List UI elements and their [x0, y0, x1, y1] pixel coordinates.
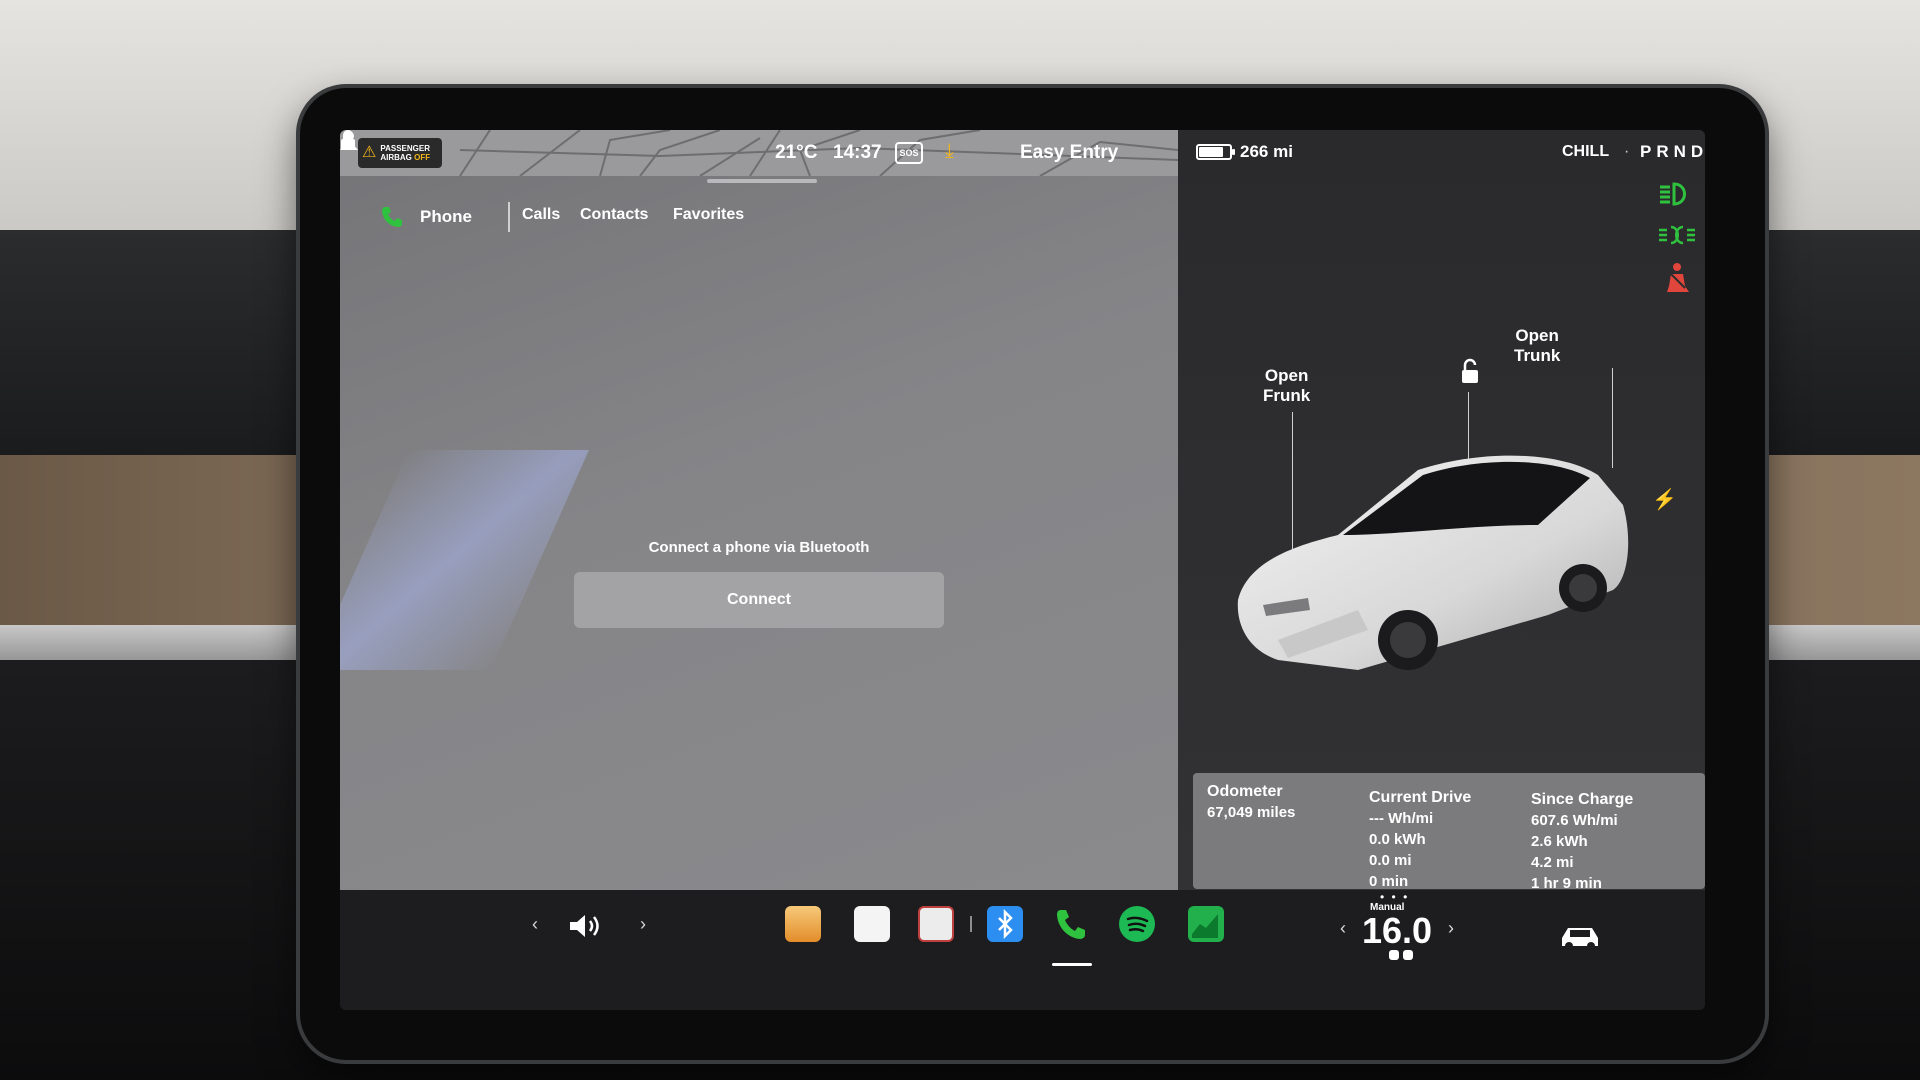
calendar-app-icon[interactable] [854, 906, 890, 942]
bluetooth-connect-message: Connect a phone via Bluetooth [648, 539, 870, 556]
dock-separator [970, 916, 972, 932]
bottom-dock: ‹ › • • • Manual ‹ 16.0 › [340, 890, 1705, 1010]
car-model [1237, 455, 1629, 670]
current-drive-distance: 0.0 mi [1369, 852, 1412, 869]
odometer-column: Odometer 67,049 miles [1207, 781, 1295, 823]
open-frunk-button[interactable]: Open Frunk [1263, 366, 1310, 406]
toybox-app-icon[interactable] [785, 906, 821, 942]
vehicle-panel: 266 mi CHILL · PRND Open Frunk Open Trun… [1178, 130, 1705, 892]
tab-contacts[interactable]: Contacts [580, 206, 648, 224]
connect-button[interactable]: Connect [574, 572, 944, 628]
phone-icon [382, 207, 402, 227]
volume-up-chevron[interactable]: › [640, 914, 646, 935]
volume-down-chevron[interactable]: ‹ [532, 914, 538, 935]
current-drive-duration: 0 min [1369, 873, 1409, 890]
airbag-label-line2: AIRBAG [380, 153, 412, 162]
energy-app-icon[interactable] [1188, 906, 1224, 942]
current-drive-energy: 0.0 kWh [1369, 831, 1426, 848]
since-charge-column: Since Charge 607.6 Wh/mi 2.6 kWh 4.2 mi … [1531, 789, 1633, 894]
screen-glare [340, 450, 589, 670]
phone-title: Phone [420, 207, 472, 226]
gear-selector: PRND [1640, 142, 1705, 161]
trip-stats-card[interactable]: Odometer 67,049 miles Current Drive --- … [1193, 773, 1705, 892]
clock: 14:37 [833, 142, 882, 163]
seat-heater-icon[interactable] [1383, 948, 1419, 962]
battery-icon [1196, 144, 1235, 160]
seatbelt-warning-icon [1667, 263, 1689, 292]
current-drive-column: Current Drive --- Wh/mi 0.0 kWh 0.0 mi 0… [1369, 787, 1471, 892]
active-app-indicator [1052, 963, 1092, 966]
current-drive-efficiency: --- Wh/mi [1369, 810, 1434, 827]
temp-up-chevron[interactable]: › [1448, 918, 1454, 939]
phone-app-icon[interactable] [1053, 906, 1089, 942]
range-readout[interactable]: 266 mi [1240, 142, 1293, 162]
headlight-icon [1660, 182, 1686, 206]
volume-icon[interactable] [568, 912, 604, 940]
open-trunk-label-line2: Trunk [1514, 346, 1561, 365]
open-trunk-button[interactable]: Open Trunk [1514, 326, 1560, 366]
download-icon[interactable]: ⤓ [945, 140, 954, 163]
unlock-icon[interactable] [340, 130, 356, 150]
odometer-title: Odometer [1207, 783, 1283, 800]
sos-button[interactable]: SOS [895, 142, 923, 164]
since-charge-distance: 4.2 mi [1531, 854, 1574, 871]
tab-favorites[interactable]: Favorites [673, 206, 744, 224]
car-unlock-icon[interactable] [1460, 358, 1480, 384]
since-charge-efficiency: 607.6 Wh/mi [1531, 812, 1618, 829]
bluetooth-icon [998, 908, 1013, 940]
energy-graph-icon [1192, 914, 1218, 938]
driver-profile[interactable]: Easy Entry [1020, 142, 1118, 164]
temp-down-chevron[interactable]: ‹ [1340, 918, 1346, 939]
spotify-app-icon[interactable] [1119, 906, 1155, 942]
open-trunk-label-line1: Open [1515, 326, 1559, 345]
header-divider [508, 202, 510, 232]
odometer-value: 67,049 miles [1207, 804, 1296, 821]
since-charge-energy: 2.6 kWh [1531, 833, 1588, 850]
passenger-airbag-indicator: ⚠ PASSENGER AIRBAG OFF [358, 138, 442, 168]
open-frunk-label-line1: Open [1264, 366, 1309, 385]
car-controls-icon[interactable] [1558, 922, 1602, 950]
current-drive-title: Current Drive [1369, 789, 1472, 806]
outside-temperature: 21°C [775, 142, 818, 163]
open-frunk-label-line2: Frunk [1263, 386, 1311, 405]
since-charge-title: Since Charge [1531, 791, 1634, 808]
bluetooth-app-icon[interactable] [987, 906, 1023, 942]
map-status-strip: ⚠ PASSENGER AIRBAG OFF 21°C 14:37 SOS ⤓ … [340, 130, 1178, 176]
cabin-temperature[interactable]: 16.0 [1362, 910, 1432, 952]
dashcam-app-icon[interactable] [918, 906, 954, 942]
spotify-icon [1126, 916, 1149, 933]
touchscreen: ⚠ PASSENGER AIRBAG OFF 21°C 14:37 SOS ⤓ … [340, 130, 1705, 1010]
phone-app-panel: ⚠ PASSENGER AIRBAG OFF 21°C 14:37 SOS ⤓ … [340, 130, 1178, 890]
phone-header: Phone [380, 202, 472, 232]
airbag-icon: ⚠ [362, 144, 377, 161]
status-separator: · [1624, 143, 1630, 160]
phone-handset-icon [1057, 910, 1085, 939]
drive-mode: CHILL [1562, 143, 1610, 160]
map-drag-handle[interactable] [707, 179, 817, 183]
tab-calls[interactable]: Calls [522, 206, 560, 224]
airbag-label-off: OFF [414, 153, 431, 162]
parking-lights-icon [1659, 225, 1695, 245]
airbag-label-line1: PASSENGER [380, 144, 430, 153]
